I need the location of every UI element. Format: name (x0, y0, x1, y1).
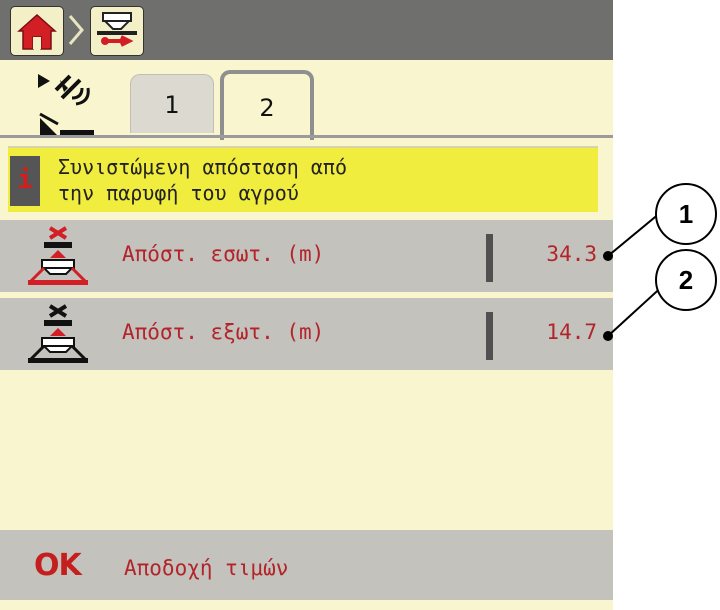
callout-2: 2 (603, 249, 717, 341)
callout-1-number: 1 (679, 199, 693, 229)
callout-2-number: 2 (679, 265, 693, 295)
callout-1: 1 (603, 183, 717, 261)
callouts-layer: 1 2 (603, 183, 717, 341)
